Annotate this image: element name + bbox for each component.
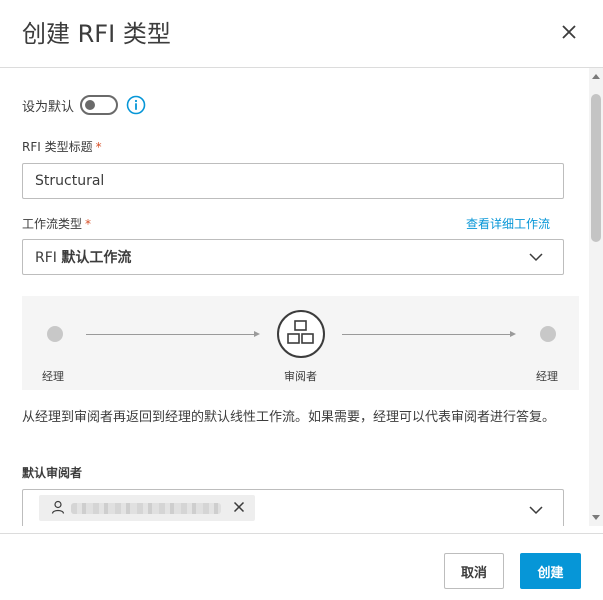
rfi-type-title-value: Structural [35,173,105,189]
dialog-title: 创建 RFI 类型 [22,20,171,48]
rfi-type-title-label: RFI 类型标题 * [22,140,102,154]
workflow-end-label: 经理 [536,370,558,383]
scroll-down-arrow-icon[interactable] [592,515,600,520]
workflow-type-value: RFI 默认工作流 [35,250,132,266]
default-toggle-label: 设为默认 [22,99,75,115]
toggle-knob [85,100,96,110]
workflow-type-label: 工作流类型 * [22,217,92,231]
info-icon[interactable] [126,95,146,115]
default-toggle[interactable] [80,95,119,115]
dialog-header: 创建 RFI 类型 [0,0,603,68]
workflow-start-node [47,326,63,342]
workflow-connector [342,334,512,335]
workflow-diagram: 经理 审阅者 经理 [22,296,579,390]
workflow-type-select[interactable]: RFI 默认工作流 [22,239,564,275]
view-detailed-workflow-link[interactable]: 查看详细工作流 [466,215,550,232]
default-reviewer-select[interactable] [22,489,564,526]
workflow-reviewer-node [277,310,325,358]
cancel-button[interactable]: 取消 [444,553,504,589]
arrow-icon [254,331,260,337]
reviewer-chip [39,495,255,521]
workflow-start-label: 经理 [42,370,64,383]
chevron-down-icon [529,506,543,515]
person-icon [51,500,65,514]
remove-icon[interactable] [233,501,245,513]
arrow-icon [510,331,516,337]
dialog-body: 设为默认 RFI 类型标题 * Structural 工作流类型 * 查看详细工作流… [0,68,603,526]
workflow-center-label: 审阅者 [284,370,317,383]
workflow-description: 从经理到审阅者再返回到经理的默认线性工作流。如果需要，经理可以代表审阅者进行答复… [22,410,556,425]
scrollbar[interactable] [589,68,603,526]
required-mark: * [95,140,102,154]
dialog-footer: 取消 创建 [0,533,603,600]
required-mark: * [85,217,92,231]
scroll-up-arrow-icon[interactable] [592,74,600,79]
scrollbar-thumb[interactable] [591,94,601,242]
close-icon [562,25,576,39]
reviewer-name-redacted [71,503,221,514]
workflow-end-node [540,326,556,342]
close-button[interactable] [557,20,581,44]
default-toggle-row: 设为默认 [22,94,146,116]
rfi-type-title-input[interactable]: Structural [22,163,564,199]
workflow-connector [86,334,256,335]
default-reviewer-label: 默认审阅者 [22,466,83,480]
org-chart-icon [287,320,314,344]
chevron-down-icon [529,253,543,262]
create-button[interactable]: 创建 [520,553,581,589]
